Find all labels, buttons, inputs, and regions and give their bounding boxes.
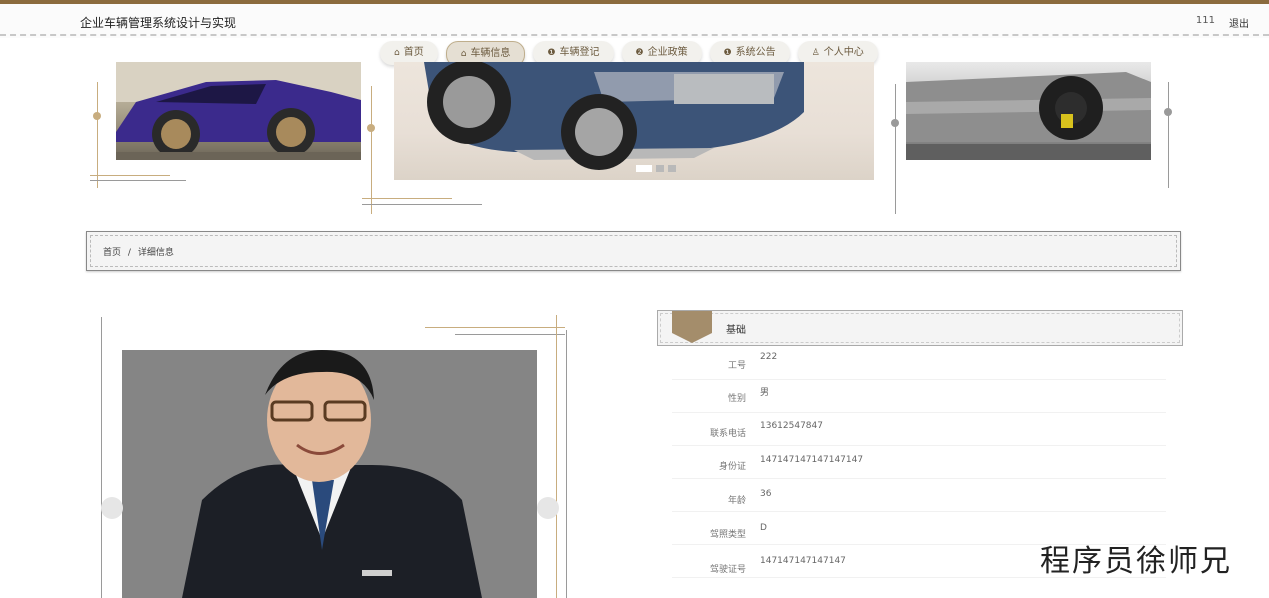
decor-line	[895, 84, 896, 214]
info-row-phone: 联系电话 13612547847	[672, 412, 1166, 446]
info-section-header: 基础	[657, 310, 1183, 346]
breadcrumb-text: 首页 / 详细信息	[103, 245, 178, 258]
decor-line	[362, 198, 452, 199]
info-value: 147147147147147147	[760, 455, 864, 465]
decor-dot	[891, 119, 899, 127]
info-row-id-card: 身份证 147147147147147147	[672, 445, 1166, 479]
watermark-text: 程序员徐师兄	[1040, 544, 1232, 579]
photo-prev-arrow[interactable]	[101, 497, 123, 519]
info-value: 222	[760, 352, 778, 362]
breadcrumb-current: 详细信息	[137, 248, 174, 258]
info-label: 身份证	[718, 462, 746, 472]
carousel-dot-1[interactable]	[636, 165, 652, 172]
carousel-slide-blue-sedan[interactable]	[394, 62, 874, 180]
carousel-dot-3[interactable]	[668, 165, 676, 172]
breadcrumb-inner-border	[90, 235, 1177, 267]
info-value: D	[760, 523, 767, 533]
decor-line	[97, 82, 98, 188]
info-label: 联系电话	[709, 429, 746, 439]
info-row-employee-id: 工号 222	[672, 346, 1166, 380]
header-divider	[0, 34, 1269, 36]
profile-photo	[122, 350, 537, 598]
site-title: 企业车辆管理系统设计与实现	[80, 16, 237, 30]
section-tag-icon	[672, 311, 712, 343]
decor-dot	[93, 112, 101, 120]
info-value: 男	[760, 388, 770, 398]
info-label: 驾照类型	[709, 530, 746, 540]
decor-line	[1168, 82, 1169, 188]
decor-line	[556, 315, 557, 598]
header: 企业车辆管理系统设计与实现 111 退出	[0, 4, 1269, 38]
info-value: 13612547847	[760, 421, 823, 431]
decor-line	[90, 180, 186, 181]
info-label: 驾驶证号	[709, 565, 746, 575]
decor-line	[455, 334, 565, 335]
silver-sports-car-image	[906, 72, 1151, 160]
purple-sports-car-image	[116, 62, 361, 160]
decor-line	[90, 175, 170, 176]
logout-link[interactable]: 退出	[1229, 15, 1249, 30]
decor-dot	[367, 124, 375, 132]
decor-line	[425, 327, 565, 328]
blue-sedan-image	[424, 62, 804, 170]
carousel-slide-purple-sports-car[interactable]	[116, 62, 361, 160]
decor-line	[362, 204, 482, 205]
breadcrumb-home[interactable]: 首页	[103, 248, 121, 258]
carousel-slide-silver-sports-car[interactable]	[906, 62, 1151, 160]
info-row-gender: 性别 男	[672, 379, 1166, 413]
decor-dot	[1164, 108, 1172, 116]
carousel-indicators	[636, 165, 676, 172]
decor-line	[101, 317, 102, 598]
info-section-title: 基础	[726, 325, 746, 336]
carousel-dot-2[interactable]	[656, 165, 664, 172]
person-portrait	[122, 350, 537, 598]
decor-line	[371, 86, 372, 214]
info-label: 年龄	[727, 496, 746, 506]
username[interactable]: 111	[1196, 15, 1215, 26]
decor-line	[566, 330, 567, 598]
breadcrumb-separator: /	[127, 248, 131, 258]
photo-next-arrow[interactable]	[537, 497, 559, 519]
info-label: 工号	[727, 361, 746, 371]
breadcrumb: 首页 / 详细信息	[86, 231, 1181, 271]
info-value: 147147147147147	[760, 556, 846, 566]
info-label: 性别	[727, 394, 746, 404]
info-value: 36	[760, 489, 772, 499]
info-row-age: 年龄 36	[672, 478, 1166, 512]
